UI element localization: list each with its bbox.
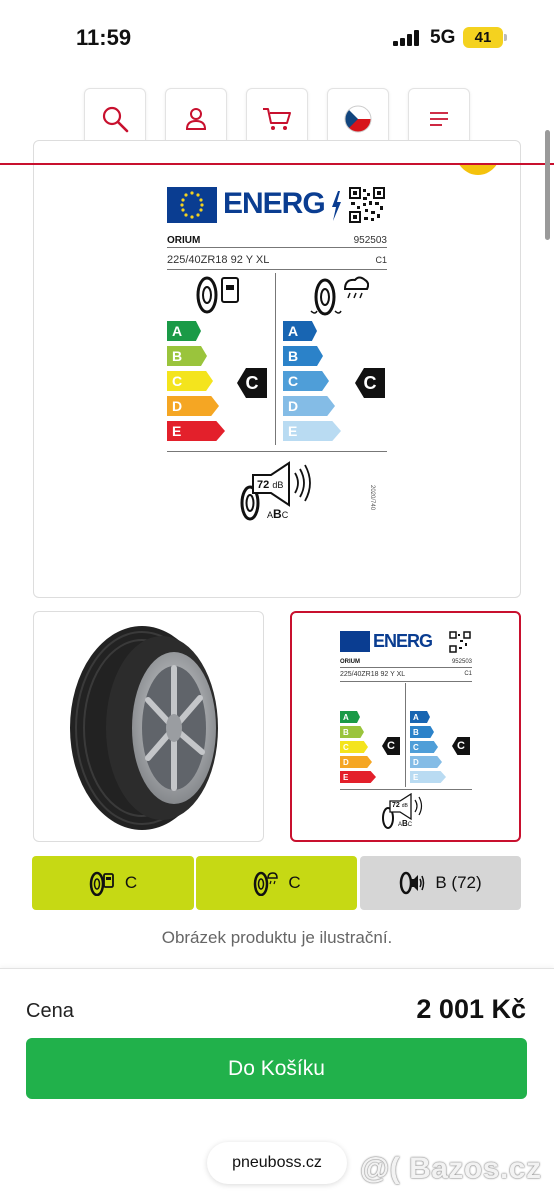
article-number: 952503 <box>353 235 387 246</box>
tyre-class: C1 <box>375 255 387 265</box>
search-icon <box>102 106 129 133</box>
illustration-note: Obrázek produktu je ilustrační. <box>161 928 393 947</box>
wet-grade: C <box>355 368 385 398</box>
scale-bar-d: D <box>283 396 335 416</box>
energy-label-card[interactable]: ENERG ORIUM 952503 225/40ZR18 92 Y XL C1… <box>33 140 521 598</box>
czech-flag-icon <box>344 105 372 133</box>
fuel-grade: C <box>237 368 267 398</box>
qr-code-icon <box>349 187 385 223</box>
divider <box>340 789 472 790</box>
scale-bar-a: A <box>410 711 430 723</box>
tyre-class: C1 <box>464 671 472 677</box>
qr-code-icon <box>449 631 471 653</box>
scale-bar-d: D <box>167 396 219 416</box>
eu-flag-icon <box>167 187 217 223</box>
fuel-efficiency-badge: C <box>32 856 194 910</box>
scale-bar-c: C <box>167 371 213 391</box>
noise-value: 72 dB <box>392 802 408 809</box>
fuel-efficiency-icon <box>196 276 239 314</box>
energy-label-small: ENERG ORIUM 952503 225/40ZR18 92 Y XL C1… <box>340 631 472 831</box>
scale-bar-b: B <box>340 726 364 738</box>
noise-value: 72 dB <box>257 479 284 491</box>
energy-title: ENERG <box>223 187 326 220</box>
wet-grip-badge: C <box>196 856 357 910</box>
divider <box>167 451 387 452</box>
tyre-size: 225/40ZR18 92 Y XL <box>167 254 270 266</box>
cart-icon <box>263 108 291 130</box>
brand-name: ORIUM <box>340 659 360 665</box>
scale-bar-e: E <box>283 421 341 441</box>
divider <box>405 683 406 787</box>
regulation-number: 2020/740 <box>369 485 375 511</box>
scale-bar-e: E <box>167 421 225 441</box>
scale-bar-b: B <box>167 346 207 366</box>
divider <box>167 269 387 270</box>
scale-bar-b: B <box>410 726 434 738</box>
article-number: 952503 <box>451 659 472 665</box>
fuel-grade: C <box>382 737 400 755</box>
brand-name: ORIUM <box>167 235 201 246</box>
menu-icon <box>430 112 448 126</box>
scale-bar-a: A <box>340 711 360 723</box>
site-domain-pill[interactable]: pneuboss.cz <box>207 1142 347 1184</box>
energy-label: ENERG ORIUM 952503 225/40ZR18 92 Y XL C1… <box>167 185 389 525</box>
noise-badge: B (72) <box>360 856 521 910</box>
scale-bar-c: C <box>340 741 368 753</box>
scrollbar[interactable] <box>545 130 550 240</box>
noise-class: ABC <box>398 819 413 828</box>
scale-bar-d: D <box>340 756 372 768</box>
wet-grip-value: C <box>288 873 301 892</box>
user-icon <box>185 108 207 130</box>
fuel-tyre-icon <box>89 871 114 896</box>
thumbnail-tyre-photo[interactable] <box>33 611 264 842</box>
header-divider <box>0 163 554 165</box>
scale-bar-a: A <box>167 321 201 341</box>
scale-bar-c: C <box>410 741 438 753</box>
divider <box>340 681 472 682</box>
scale-bar-e: E <box>410 771 446 783</box>
divider <box>275 273 276 445</box>
tyre-size: 225/40ZR18 92 Y XL <box>340 671 406 678</box>
wet-grip-icon <box>310 276 369 316</box>
scale-bar-b: B <box>283 346 323 366</box>
scale-bar-a: A <box>283 321 317 341</box>
fuel-efficiency-value: C <box>124 873 138 892</box>
scale-bar-e: E <box>340 771 376 783</box>
thumbnail-energy-label[interactable]: ENERG ORIUM 952503 225/40ZR18 92 Y XL C1… <box>290 611 521 842</box>
network-type: 5G <box>430 27 456 48</box>
tyre-image <box>70 626 218 830</box>
battery-icon: 41 <box>463 27 507 48</box>
status-bar: 11:59 5G 41 <box>0 0 554 70</box>
energy-title: ENERG <box>373 631 433 651</box>
eu-flag-icon <box>340 631 370 652</box>
scale-bar-d: D <box>410 756 442 768</box>
noise-tyre-icon <box>400 871 425 895</box>
price-value: 2 001 Kč <box>416 994 526 1024</box>
price-label: Cena <box>26 1000 74 1022</box>
noise-value: B (72) <box>435 873 482 892</box>
lightning-icon <box>332 191 341 221</box>
scale-bar-c: C <box>283 371 329 391</box>
noise-class: ABC <box>267 507 289 521</box>
divider <box>167 247 387 248</box>
wet-grade: C <box>452 737 470 755</box>
signal-icon <box>393 30 419 46</box>
add-to-cart-button[interactable]: Do Košíku <box>26 1038 527 1099</box>
wet-tyre-icon <box>254 871 279 896</box>
watermark: @( Bazos.cz <box>360 1152 542 1185</box>
clock: 11:59 <box>76 25 132 50</box>
divider <box>340 667 472 668</box>
